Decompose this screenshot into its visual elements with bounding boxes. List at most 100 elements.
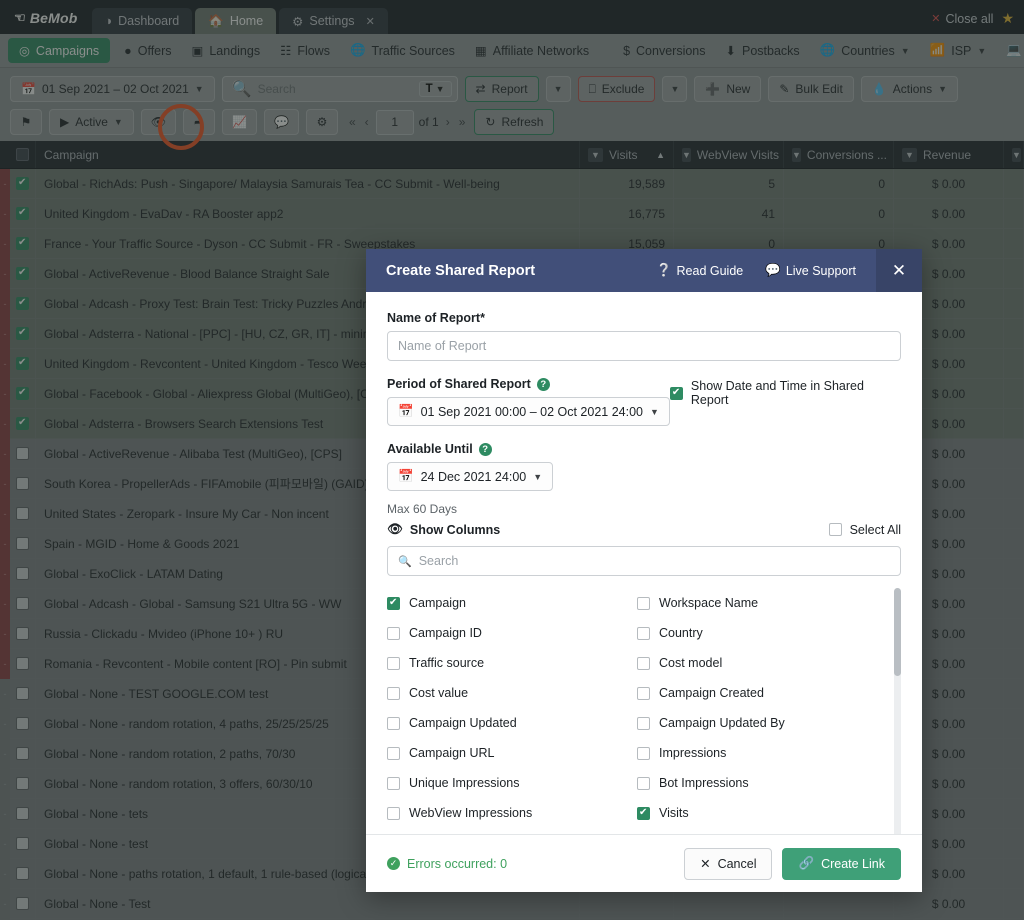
modal-footer: ✓ Errors occurred: 0 ✕ Cancel 🔗 Create L… (366, 834, 922, 892)
column-option-label: Traffic source (409, 656, 485, 670)
column-option-label: Impressions (659, 746, 727, 760)
columns-search-box[interactable]: 🔍 (387, 546, 901, 576)
column-option-right[interactable]: Country (637, 618, 887, 648)
columns-scroll-thumb[interactable] (894, 588, 901, 676)
column-option-right[interactable]: Cost model (637, 648, 887, 678)
read-guide-label: Read Guide (676, 263, 744, 278)
check-circle-icon: ✓ (387, 857, 400, 870)
period-and-datetime-row: Period of Shared Report ? 📅 01 Sep 2021 … (387, 377, 901, 426)
eye-icon: 👁 (387, 522, 403, 536)
checkbox-icon[interactable] (637, 596, 650, 610)
modal-header-links: ❔ Read Guide 💬 Live Support (656, 263, 856, 278)
column-option-right[interactable]: Impressions (637, 738, 887, 768)
close-icon: ✕ (891, 260, 907, 280)
columns-grid: Campaign Campaign ID Traffic source Cost va… (387, 588, 887, 834)
help-icon[interactable]: ? (536, 377, 550, 391)
checkbox-icon[interactable] (387, 746, 400, 760)
live-support-link[interactable]: 💬 Live Support (765, 263, 856, 278)
name-of-report-input[interactable] (387, 331, 901, 361)
column-option-right[interactable]: Visits (637, 798, 887, 828)
columns-search-input[interactable] (418, 554, 890, 568)
column-option-label: Cost value (409, 686, 469, 700)
show-columns-label: Show Columns (409, 522, 501, 537)
show-datetime-column: Show Date and Time in Shared Report (669, 377, 901, 407)
column-option-right[interactable]: Bot Impressions (637, 768, 887, 798)
search-icon: 🔍 (398, 555, 412, 568)
columns-list-area: Campaign Campaign ID Traffic source Cost va… (387, 588, 901, 834)
column-option-label: Campaign URL (409, 746, 495, 760)
column-option-left[interactable]: Unique Visits (387, 828, 637, 834)
name-of-report-label-text: Name of Report* (387, 311, 485, 325)
checkbox-icon[interactable] (387, 626, 400, 640)
checkbox-icon[interactable] (637, 806, 650, 820)
column-option-right[interactable]: Campaign Created (637, 678, 887, 708)
column-option-left[interactable]: Campaign ID (387, 618, 637, 648)
period-picker[interactable]: 📅 01 Sep 2021 00:00 – 02 Oct 2021 24:00 … (387, 397, 670, 426)
column-option-left[interactable]: Campaign Updated (387, 708, 637, 738)
checkbox-icon[interactable] (637, 656, 650, 670)
checkbox-icon[interactable] (387, 596, 400, 610)
help-icon[interactable]: ? (478, 442, 492, 456)
create-link-button[interactable]: 🔗 Create Link (782, 847, 901, 880)
checkbox-icon[interactable] (637, 716, 650, 730)
errors-label: Errors occurred: 0 (407, 856, 508, 871)
column-option-left[interactable]: WebView Impressions (387, 798, 637, 828)
chevron-down-icon: ▼ (649, 406, 659, 417)
columns-scrollbar[interactable] (894, 588, 901, 834)
cancel-label: Cancel (717, 856, 757, 871)
read-guide-link[interactable]: ❔ Read Guide (656, 263, 743, 278)
column-option-label: Bot Impressions (659, 776, 749, 790)
column-option-left[interactable]: Campaign (387, 588, 637, 618)
available-until-label: Available Until ? (387, 442, 901, 456)
cancel-button[interactable]: ✕ Cancel (684, 847, 773, 880)
chevron-down-icon: ▼ (533, 471, 543, 482)
select-all-row[interactable]: Select All (828, 522, 901, 537)
link-icon: 🔗 (798, 856, 815, 870)
modal-title: Create Shared Report (386, 262, 536, 279)
column-option-left[interactable]: Cost value (387, 678, 637, 708)
app-root: ☜ BeMob ◑ Dashboard 🏠 Home ⚙ Settings ✕ … (0, 0, 1024, 920)
checkbox-icon[interactable] (387, 776, 400, 790)
max-days-note: Max 60 Days (387, 502, 458, 516)
checkbox-icon[interactable] (387, 656, 400, 670)
x-icon: ✕ (700, 857, 711, 871)
calendar-icon: 📅 (398, 404, 414, 418)
checkbox-icon[interactable] (387, 806, 400, 820)
live-support-label: Live Support (785, 263, 856, 278)
available-until-picker[interactable]: 📅 24 Dec 2021 24:00 ▼ (387, 462, 554, 491)
checkbox-icon[interactable] (387, 686, 400, 700)
column-option-label: Campaign Updated By (659, 716, 785, 730)
name-of-report-label: Name of Report* (387, 311, 901, 325)
calendar-icon: 📅 (398, 469, 414, 483)
select-all-checkbox[interactable] (828, 523, 842, 536)
column-option-right[interactable]: Workspace Name (637, 588, 887, 618)
period-label-text: Period of Shared Report (387, 377, 531, 391)
period-column: Period of Shared Report ? 📅 01 Sep 2021 … (387, 377, 670, 426)
checkbox-icon[interactable] (637, 626, 650, 640)
checkbox-icon[interactable] (637, 746, 650, 760)
period-value: 01 Sep 2021 00:00 – 02 Oct 2021 24:00 (420, 404, 643, 419)
modal-close-button[interactable]: ✕ (876, 249, 922, 292)
column-option-label: Cost model (659, 656, 723, 670)
column-option-left[interactable]: Campaign URL (387, 738, 637, 768)
modal-header: Create Shared Report ❔ Read Guide 💬 Live… (366, 249, 922, 292)
question-circle-icon: ❔ (655, 263, 672, 277)
show-datetime-checkbox[interactable] (669, 386, 683, 400)
checkbox-icon[interactable] (637, 686, 650, 700)
select-all-label: Select All (849, 522, 901, 537)
column-option-left[interactable]: Traffic source (387, 648, 637, 678)
column-option-right[interactable]: Bot Visits (637, 828, 887, 834)
checkbox-icon[interactable] (387, 716, 400, 730)
checkbox-icon[interactable] (637, 776, 650, 790)
show-datetime-checkbox-row[interactable]: Show Date and Time in Shared Report (669, 379, 901, 407)
create-link-label: Create Link (821, 856, 885, 871)
chat-icon: 💬 (765, 263, 781, 277)
column-option-label: Unique Impressions (409, 776, 520, 790)
column-option-label: Campaign ID (409, 626, 482, 640)
show-columns-row: 👁 Show Columns Select All (387, 522, 901, 537)
column-option-label: Campaign Updated (409, 716, 517, 730)
available-until-value: 24 Dec 2021 24:00 (420, 469, 527, 484)
column-option-right[interactable]: Campaign Updated By (637, 708, 887, 738)
column-option-label: Visits (659, 806, 689, 820)
column-option-left[interactable]: Unique Impressions (387, 768, 637, 798)
